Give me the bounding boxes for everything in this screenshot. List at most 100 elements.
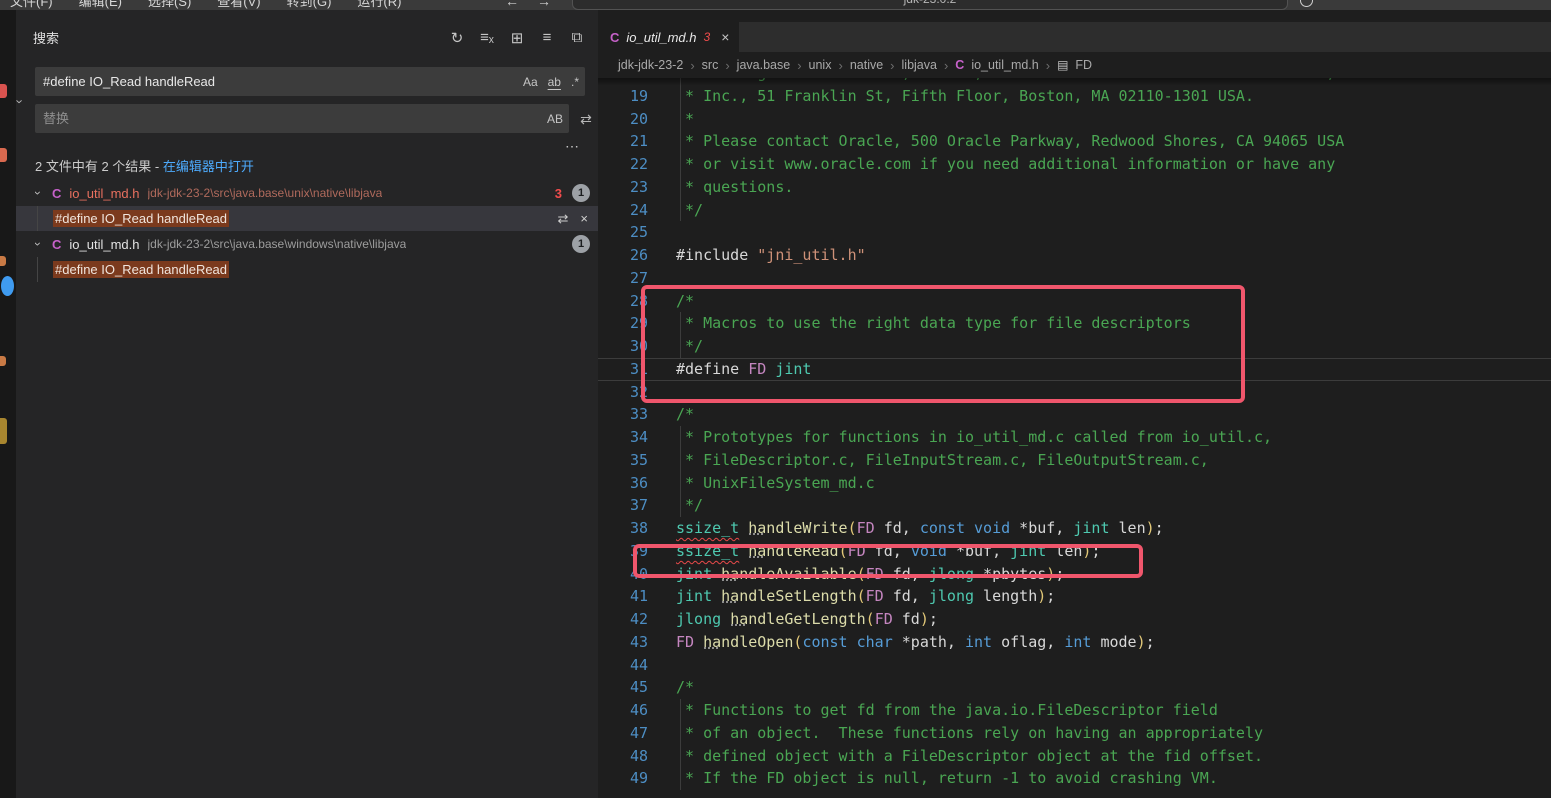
code-line[interactable]: 27 <box>598 267 1551 290</box>
collapse-all-icon[interactable]: ≡ <box>538 29 556 47</box>
code-area[interactable]: 18 * 2 along with this work; if not, wri… <box>598 78 1551 798</box>
open-in-editor-icon[interactable]: ⧉ <box>568 29 586 47</box>
line-text: * defined object with a FileDescriptor o… <box>676 745 1263 768</box>
code-line[interactable]: 33/* <box>598 403 1551 426</box>
c-file-icon: C <box>610 30 619 45</box>
breadcrumb-item[interactable]: java.base <box>737 58 791 72</box>
chevron-down-icon[interactable]: › <box>30 237 46 251</box>
file-result-row[interactable]: ›Cio_util_md.hjdk-jdk-23-2\src\java.base… <box>16 231 598 257</box>
file-name: io_util_md.h <box>69 237 139 252</box>
code-line[interactable]: 36 * UnixFileSystem_md.c <box>598 472 1551 495</box>
code-line[interactable]: 44 <box>598 654 1551 677</box>
code-line[interactable]: 39ssize_t handleRead(FD fd, void *buf, j… <box>598 540 1551 563</box>
code-line[interactable]: 26#include "jni_util.h" <box>598 244 1551 267</box>
code-line[interactable]: 19 * Inc., 51 Franklin St, Fifth Floor, … <box>598 85 1551 108</box>
code-line[interactable]: 32 <box>598 381 1551 404</box>
tab-problems-count: 3 <box>704 30 711 44</box>
breadcrumb-item[interactable]: native <box>850 58 883 72</box>
breadcrumb-item[interactable]: io_util_md.h <box>971 58 1038 72</box>
back-icon[interactable]: ← <box>505 0 519 9</box>
activity-icon-fragment[interactable] <box>0 256 6 266</box>
regex-icon[interactable]: .* <box>571 75 579 89</box>
file-result-row[interactable]: ›Cio_util_md.hjdk-jdk-23-2\src\java.base… <box>16 180 598 206</box>
match-case-icon[interactable]: Aa <box>523 75 538 89</box>
line-text: * If the FD object is null, return -1 to… <box>676 767 1218 790</box>
code-line[interactable]: 45/* <box>598 676 1551 699</box>
close-icon[interactable]: × <box>721 29 729 45</box>
line-number: 30 <box>598 335 648 358</box>
replace-match-icon[interactable]: ⇄ <box>558 211 569 227</box>
code-line[interactable]: 18 * 2 along with this work; if not, wri… <box>598 78 1551 85</box>
code-line[interactable]: 30 */ <box>598 335 1551 358</box>
tab-io-util-md-h[interactable]: C io_util_md.h 3 × <box>598 22 739 52</box>
code-line[interactable]: 25 <box>598 221 1551 244</box>
menu-bar: 文件(F) 编辑(E) 选择(S) 查看(V) 转到(G) 运行(R) <box>10 0 401 10</box>
activity-icon-fragment[interactable] <box>0 356 6 366</box>
preserve-case-icon[interactable]: AB <box>547 112 563 126</box>
code-line[interactable]: 35 * FileDescriptor.c, FileInputStream.c… <box>598 449 1551 472</box>
line-text: */ <box>676 199 703 222</box>
toggle-replace-chevron[interactable]: › <box>18 94 34 110</box>
c-file-icon: C <box>52 186 61 201</box>
code-line[interactable]: 20 * <box>598 108 1551 131</box>
search-input[interactable] <box>43 74 513 89</box>
code-line[interactable]: 24 */ <box>598 199 1551 222</box>
open-in-editor-link[interactable]: 在编辑器中打开 <box>163 159 254 174</box>
menu-item[interactable]: 编辑(E) <box>79 0 122 10</box>
menu-item[interactable]: 运行(R) <box>357 0 401 10</box>
tab-title: io_util_md.h <box>626 30 696 45</box>
code-line[interactable]: 38ssize_t handleWrite(FD fd, const void … <box>598 517 1551 540</box>
chevron-down-icon[interactable]: › <box>30 186 46 200</box>
code-line[interactable]: 22 * or visit www.oracle.com if you need… <box>598 153 1551 176</box>
menu-item[interactable]: 文件(F) <box>10 0 53 10</box>
code-line[interactable]: 43FD handleOpen(const char *path, int of… <box>598 631 1551 654</box>
replace-input[interactable] <box>43 111 537 126</box>
toggle-search-details-icon[interactable]: ⋯ <box>565 138 580 155</box>
dismiss-icon[interactable]: × <box>580 211 588 226</box>
activity-icon-fragment[interactable] <box>0 148 7 162</box>
code-line[interactable]: 34 * Prototypes for functions in io_util… <box>598 426 1551 449</box>
menu-item[interactable]: 选择(S) <box>148 0 191 10</box>
clear-results-icon[interactable]: ≡ₓ <box>478 29 496 47</box>
breadcrumb-item[interactable]: FD <box>1075 58 1092 72</box>
new-search-editor-icon[interactable]: ⊞ <box>508 29 526 47</box>
activity-icon-fragment[interactable] <box>0 418 7 444</box>
code-line[interactable]: 41jint handleSetLength(FD fd, jlong leng… <box>598 585 1551 608</box>
code-line[interactable]: 46 * Functions to get fd from the java.i… <box>598 699 1551 722</box>
account-icon[interactable] <box>1300 0 1313 7</box>
line-text: * questions. <box>676 176 793 199</box>
code-line[interactable]: 31#define FD jint <box>598 358 1551 381</box>
menu-item[interactable]: 转到(G) <box>287 0 332 10</box>
file-problems-count: 3 <box>555 186 562 201</box>
forward-icon[interactable]: → <box>537 0 551 9</box>
code-line[interactable]: 28/* <box>598 290 1551 313</box>
refresh-icon[interactable]: ↻ <box>448 29 466 47</box>
breadcrumb-item[interactable]: libjava <box>902 58 937 72</box>
menu-item[interactable]: 查看(V) <box>217 0 260 10</box>
code-line[interactable]: 42jlong handleGetLength(FD fd); <box>598 608 1551 631</box>
activity-icon-fragment[interactable] <box>1 276 14 296</box>
command-center[interactable]: jdk-23.0.2 <box>572 0 1288 10</box>
code-line[interactable]: 37 */ <box>598 494 1551 517</box>
code-line[interactable]: 23 * questions. <box>598 176 1551 199</box>
breadcrumb-item[interactable]: jdk-jdk-23-2 <box>618 58 683 72</box>
line-number: 36 <box>598 472 648 495</box>
code-line[interactable]: 40jint handleAvailable(FD fd, jlong *pby… <box>598 563 1551 586</box>
line-number: 44 <box>598 654 648 677</box>
code-line[interactable]: 48 * defined object with a FileDescripto… <box>598 745 1551 768</box>
line-number: 23 <box>598 176 648 199</box>
code-line[interactable]: 29 * Macros to use the right data type f… <box>598 312 1551 335</box>
code-line[interactable]: 21 * Please contact Oracle, 500 Oracle P… <box>598 130 1551 153</box>
match-row[interactable]: #define IO_Read handleRead <box>16 257 598 282</box>
activity-icon-fragment[interactable] <box>0 84 7 98</box>
replace-all-icon[interactable]: ⇄ <box>576 109 596 129</box>
breadcrumb-item[interactable]: src <box>702 58 719 72</box>
match-row[interactable]: #define IO_Read handleRead⇄× <box>16 206 598 231</box>
whole-word-icon[interactable]: ab <box>548 75 561 89</box>
line-number: 47 <box>598 722 648 745</box>
breadcrumb-separator-icon: › <box>890 58 894 73</box>
code-line[interactable]: 49 * If the FD object is null, return -1… <box>598 767 1551 790</box>
breadcrumb-item[interactable]: unix <box>809 58 832 72</box>
activity-bar[interactable] <box>0 10 16 798</box>
code-line[interactable]: 47 * of an object. These functions rely … <box>598 722 1551 745</box>
